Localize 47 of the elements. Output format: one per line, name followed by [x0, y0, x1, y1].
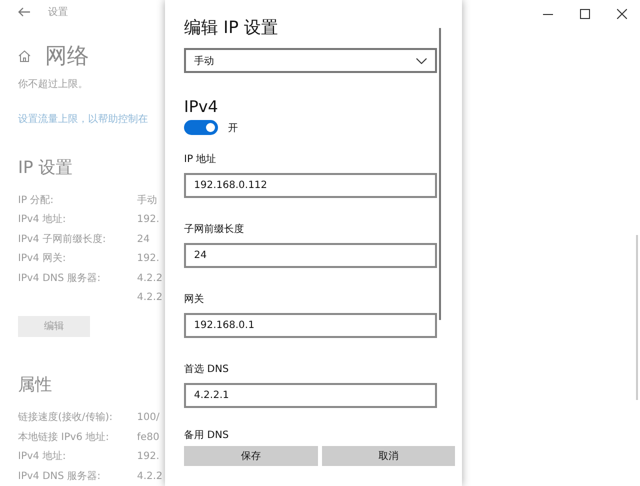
mode-dropdown[interactable]: 手动 — [184, 48, 437, 73]
field-label: 子网前缀长度 — [184, 222, 245, 236]
scrollbar[interactable] — [439, 28, 441, 320]
maximize-icon — [580, 9, 590, 19]
input-field[interactable]: 24 — [184, 243, 437, 268]
field-label: IP 地址 — [184, 152, 218, 166]
intro-text: 你不超过上限。 — [18, 78, 89, 92]
property-label: IPv4 子网前缀长度: — [18, 232, 107, 247]
cancel-button[interactable]: 取消 — [322, 446, 455, 466]
window-title: 设置 — [48, 6, 68, 20]
back-arrow-icon[interactable] — [18, 7, 30, 18]
home-icon — [18, 50, 31, 62]
property-label: IPv4 地址: — [18, 450, 67, 464]
section-heading: IPv4 — [184, 97, 220, 116]
property-label: IPv4 地址: — [18, 212, 67, 228]
dialog-title: 编辑 IP 设置 — [184, 17, 280, 39]
property-value: 192. — [137, 450, 160, 464]
input-field[interactable]: 4.2.2.1 — [184, 383, 437, 408]
section-heading: 属性 — [18, 375, 52, 395]
input-field[interactable]: 192.168.0.112 — [184, 173, 437, 198]
property-value: 4.2.2 — [137, 470, 164, 484]
property-label: IPv4 网关: — [18, 252, 67, 266]
section-heading: IP 设置 — [18, 158, 73, 178]
property-label: IPv4 DNS 服务器: — [18, 272, 102, 286]
scrollbar[interactable] — [636, 235, 638, 400]
close-icon — [616, 9, 626, 19]
property-value: 192. — [137, 213, 160, 228]
property-value: fe80 — [137, 430, 160, 444]
property-value: 24 — [137, 232, 151, 247]
page-title: 网络 — [45, 42, 89, 71]
property-label: IP 分配: — [18, 194, 55, 208]
property-value: 100/ — [137, 411, 160, 425]
field-label: 首选 DNS — [184, 362, 230, 376]
property-value: 192. — [137, 252, 160, 266]
chevron-down-icon — [416, 58, 427, 64]
property-label: IPv4 DNS 服务器: — [18, 470, 102, 484]
field-label: 网关 — [184, 292, 205, 306]
property-label: 本地链接 IPv6 地址: — [18, 430, 110, 444]
property-label: 链接速度(接收/传输): — [18, 410, 114, 425]
toggle-label: 开 — [228, 122, 238, 134]
input-field[interactable]: 192.168.0.1 — [184, 313, 437, 338]
property-value: 4.2.2 — [137, 291, 164, 306]
property-value: 手动 — [137, 194, 158, 208]
property-value: 4.2.2 — [137, 272, 164, 286]
ipv4-toggle[interactable] — [184, 120, 218, 135]
save-button[interactable]: 保存 — [184, 446, 318, 466]
field-label: 备用 DNS — [184, 429, 230, 442]
